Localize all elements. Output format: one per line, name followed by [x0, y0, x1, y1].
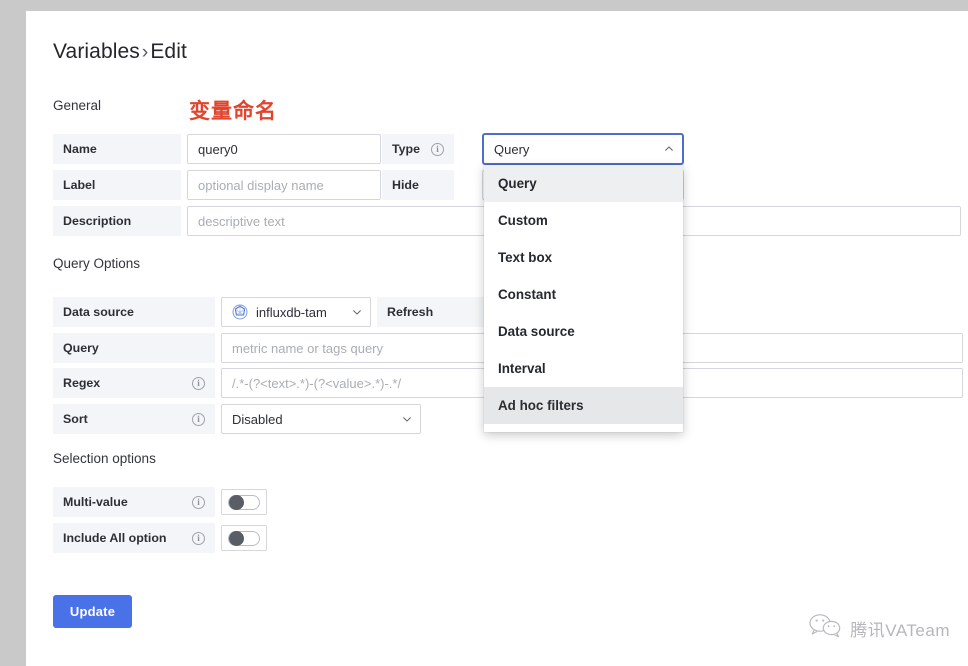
label-input[interactable]: optional display name: [187, 170, 381, 200]
toggle-track: [228, 494, 260, 510]
label-include-all-text: Include All option: [63, 531, 167, 545]
menu-item-label: Custom: [498, 213, 548, 228]
label-description-text: Description: [63, 214, 132, 228]
watermark: 腾讯VATeam: [809, 613, 950, 644]
menu-item-label: Query: [498, 176, 537, 191]
chevron-up-icon: [664, 144, 674, 154]
label-refresh: Refresh: [377, 297, 497, 327]
label-query: Query: [53, 333, 215, 363]
section-heading-general: General: [53, 98, 102, 113]
type-dropdown-menu[interactable]: Query Custom Text box Constant Data source In…: [484, 165, 683, 432]
form-row-label: Label optional display name: [53, 170, 381, 200]
data-source-value: influxdb-tam: [256, 304, 327, 320]
label-data-source: Data source: [53, 297, 215, 327]
toggle-knob: [229, 530, 244, 546]
label-regex-text: Regex: [63, 376, 101, 390]
form-row-hide: Hide: [382, 170, 454, 200]
info-icon[interactable]: i: [192, 376, 205, 390]
menu-item-custom[interactable]: Custom: [484, 202, 683, 239]
menu-item-label: Ad hoc filters: [498, 398, 584, 413]
menu-item-ad-hoc-filters[interactable]: Ad hoc filters: [484, 387, 683, 424]
label-label-text: Label: [63, 178, 96, 192]
description-input-placeholder: descriptive text: [198, 213, 285, 229]
menu-item-constant[interactable]: Constant: [484, 276, 683, 313]
menu-item-label: Constant: [498, 287, 557, 302]
label-sort: Sort i: [53, 404, 215, 434]
regex-input-placeholder: /.*-(?<text>.*)-(?<value>.*)-.*/: [232, 375, 402, 391]
label-type-text: Type: [392, 142, 420, 156]
name-input-value: query0: [198, 141, 238, 157]
name-input[interactable]: query0: [187, 134, 381, 164]
info-icon[interactable]: i: [431, 142, 444, 156]
info-icon[interactable]: i: [192, 531, 205, 545]
label-name: Name: [53, 134, 181, 164]
label-name-text: Name: [63, 142, 97, 156]
label-regex: Regex i: [53, 368, 215, 398]
label-multi-value: Multi-value i: [53, 487, 215, 517]
menu-item-label: Text box: [498, 250, 553, 265]
variables-edit-card: Variables ›Edit General 变量命名 Query Option…: [26, 11, 968, 666]
chevron-down-icon: [402, 414, 412, 424]
breadcrumb-separator: ›: [141, 42, 149, 63]
label-refresh-text: Refresh: [387, 305, 434, 319]
wechat-icon: [809, 613, 843, 644]
watermark-text: 腾讯VATeam: [850, 621, 950, 640]
include-all-toggle[interactable]: [221, 525, 267, 551]
form-row-multi-value: Multi-value i: [53, 487, 267, 517]
menu-item-text-box[interactable]: Text box: [484, 239, 683, 276]
chevron-down-icon: [352, 307, 362, 317]
menu-item-interval[interactable]: Interval: [484, 350, 683, 387]
type-select[interactable]: Query: [482, 133, 684, 165]
sort-select[interactable]: Disabled: [221, 404, 421, 434]
label-multi-value-text: Multi-value: [63, 495, 128, 509]
info-icon[interactable]: i: [192, 412, 205, 426]
type-select-value: Query: [494, 141, 530, 157]
label-sort-text: Sort: [63, 412, 88, 426]
form-row-name: Name query0: [53, 134, 381, 164]
label-label: Label: [53, 170, 181, 200]
label-query-text: Query: [63, 341, 99, 355]
breadcrumb-edit: Edit: [150, 40, 187, 63]
label-hide-text: Hide: [392, 178, 419, 192]
annotation-text: 变量命名: [189, 100, 277, 123]
label-include-all: Include All option i: [53, 523, 215, 553]
influxdb-icon: [232, 304, 248, 320]
update-button[interactable]: Update: [53, 595, 132, 628]
breadcrumb-variables: Variables: [53, 40, 140, 63]
label-input-placeholder: optional display name: [198, 177, 324, 193]
menu-item-data-source[interactable]: Data source: [484, 313, 683, 350]
section-heading-selection-options: Selection options: [53, 451, 156, 466]
form-row-include-all: Include All option i: [53, 523, 267, 553]
label-description: Description: [53, 206, 181, 236]
toggle-track: [228, 530, 260, 546]
form-row-sort: Sort i Disabled: [53, 404, 421, 434]
screenshot-root: Variables ›Edit General 变量命名 Query Option…: [0, 0, 968, 666]
toggle-knob: [229, 494, 244, 510]
menu-item-label: Data source: [498, 324, 575, 339]
label-type: Type i: [382, 134, 454, 164]
query-input-placeholder: metric name or tags query: [232, 340, 384, 356]
label-hide: Hide: [382, 170, 454, 200]
sort-select-value: Disabled: [232, 411, 283, 427]
menu-item-label: Interval: [498, 361, 546, 376]
label-data-source-text: Data source: [63, 305, 134, 319]
form-row-type: Type i: [382, 134, 454, 164]
info-icon[interactable]: i: [192, 495, 205, 509]
data-source-select[interactable]: influxdb-tam: [221, 297, 371, 327]
section-heading-query-options: Query Options: [53, 256, 141, 271]
page-title: Variables ›Edit: [53, 40, 187, 64]
multi-value-toggle[interactable]: [221, 489, 267, 515]
menu-item-query[interactable]: Query: [484, 165, 683, 202]
